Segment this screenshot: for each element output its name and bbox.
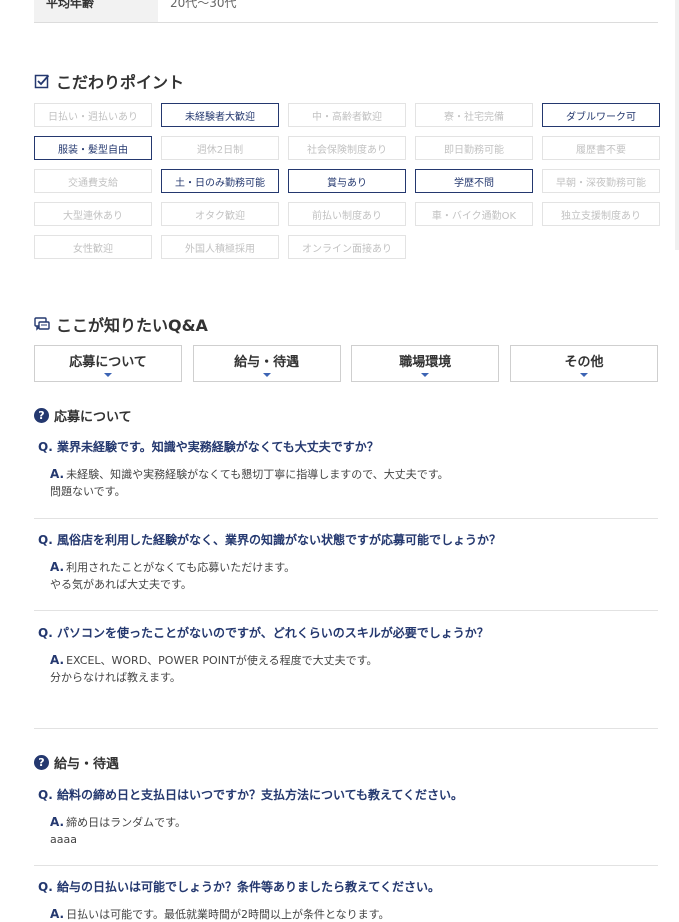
kodawari-tag: オタク歓迎 <box>161 202 279 226</box>
kodawari-tag: 中・高齢者歓迎 <box>288 103 406 127</box>
average-age-value: 20代〜30代 <box>170 0 237 10</box>
kodawari-tag: 外国人積極採用 <box>161 235 279 259</box>
question-circle-icon: ? <box>34 755 49 770</box>
kodawari-tag: 週休2日制 <box>161 136 279 160</box>
answer-block: A. 未経験、知識や実務経験がなくても懇切丁寧に指導しますので、大丈夫です。 問題… <box>34 466 658 500</box>
qa-title: ここが知りたいQ&A <box>56 316 208 335</box>
average-age-row: 平均年齢 20代〜30代 <box>34 0 658 23</box>
kodawari-tag: 未経験者大歓迎 <box>161 103 279 127</box>
kodawari-tag: 履歴書不要 <box>542 136 660 160</box>
qa-item: Q. 給与の日払いは可能でしょうか？条件等ありましたら教えてください。 A. 日払… <box>34 879 658 922</box>
checkbox-icon <box>34 73 50 89</box>
qa-item: Q. パソコンを使ったことがないのですが、どれくらいのスキルが必要でしょうか？ … <box>34 625 658 686</box>
kodawari-tag: 即日勤務可能 <box>415 136 533 160</box>
answer-line: 締め日はランダムです。 <box>66 816 186 829</box>
kodawari-tag: 交通費支給 <box>34 169 152 193</box>
tab-label: 応募について <box>69 354 147 370</box>
qa-item: Q. 風俗店を利用した経験がなく、業界の知識がない状態ですが応募可能でしょうか？… <box>34 532 658 593</box>
caret-down-icon <box>421 372 430 377</box>
answer-line: 分からなければ教えます。 <box>50 671 181 684</box>
question-text: Q. パソコンを使ったことがないのですが、どれくらいのスキルが必要でしょうか？ <box>38 626 489 640</box>
tab-label: 職場環境 <box>399 354 452 370</box>
kodawari-tag: 女性歓迎 <box>34 235 152 259</box>
caret-down-icon <box>579 372 588 377</box>
answer-label: A. <box>50 907 65 921</box>
kodawari-tag: 早朝・深夜勤務可能 <box>542 169 660 193</box>
answer-block: A. 締め日はランダムです。 aaaa <box>34 814 658 848</box>
kodawari-tag: 学歴不問 <box>415 169 533 193</box>
kodawari-tag: 賞与あり <box>288 169 406 193</box>
divider <box>34 518 658 519</box>
answer-label: A. <box>50 653 65 667</box>
scrollbar-edge[interactable] <box>675 0 679 250</box>
qa-item: Q. 給料の締め日と支払日はいつですか？支払方法についても教えてください。 A.… <box>34 787 658 848</box>
answer-line: EXCEL、WORD、POWER POINTが使える程度で大丈夫です。 <box>66 654 378 667</box>
kodawari-tag: 社会保険制度あり <box>288 136 406 160</box>
kodawari-tag: オンライン面接あり <box>288 235 406 259</box>
caret-down-icon <box>262 372 271 377</box>
qa-tab-bar: 応募について 給与・待遇 職場環境 その他 <box>34 345 658 382</box>
kodawari-tag: 土・日のみ勤務可能 <box>161 169 279 193</box>
tab-workplace[interactable]: 職場環境 <box>351 345 500 382</box>
divider <box>34 865 658 866</box>
kodawari-heading: こだわりポイント <box>34 69 184 93</box>
question-text: Q. 風俗店を利用した経験がなく、業界の知識がない状態ですが応募可能でしょうか？ <box>38 533 501 547</box>
tab-salary[interactable]: 給与・待遇 <box>192 345 341 382</box>
qa-section-title: 給与・待遇 <box>54 757 120 772</box>
question-text: Q. 業界未経験です。知識や実務経験がなくても大丈夫ですか？ <box>38 440 379 454</box>
chat-icon <box>34 316 50 332</box>
tab-other[interactable]: その他 <box>509 345 658 382</box>
kodawari-tag: 大型連休あり <box>34 202 152 226</box>
kodawari-tag-grid: 日払い・週払いあり 未経験者大歓迎 中・高齢者歓迎 寮・社宅完備 ダブルワーク可服装・髪… <box>34 103 660 259</box>
kodawari-title: こだわりポイント <box>56 73 185 92</box>
answer-line: 利用されたことがなくても応募いただけます。 <box>66 561 296 574</box>
average-age-label: 平均年齢 <box>34 0 158 22</box>
section-divider <box>34 728 658 729</box>
answer-line: 未経験、知識や実務経験がなくても懇切丁寧に指導しますので、大丈夫です。 <box>66 468 449 481</box>
qa-section-heading: ? 応募について <box>34 406 132 425</box>
qa-heading: ここが知りたいQ&A <box>34 312 208 336</box>
qa-item: Q. 業界未経験です。知識や実務経験がなくても大丈夫ですか？ A. 未経験、知識や… <box>34 439 658 500</box>
answer-block: A. 利用されたことがなくても応募いただけます。 やる気があれば大丈夫です。 <box>34 559 658 593</box>
answer-line: 日払いは可能です。最低就業時間が2時間以上が条件となります。 <box>66 908 390 921</box>
kodawari-tag: ダブルワーク可 <box>542 103 660 127</box>
qa-section-title: 応募について <box>54 410 132 425</box>
answer-label: A. <box>50 560 65 574</box>
answer-label: A. <box>50 815 65 829</box>
tab-label: 給与・待遇 <box>234 354 300 370</box>
question-text: Q. 給与の日払いは可能でしょうか？条件等ありましたら教えてください。 <box>38 880 440 894</box>
kodawari-tag: 車・バイク通勤OK <box>415 202 533 226</box>
caret-down-icon <box>104 372 112 377</box>
question-text: Q. 給料の締め日と支払日はいつですか？支払方法についても教えてください。 <box>38 788 464 802</box>
answer-line: aaaa <box>50 833 77 846</box>
answer-label: A. <box>50 467 65 481</box>
answer-line: 問題ないです。 <box>50 485 126 498</box>
tab-apply[interactable]: 応募について <box>34 345 182 382</box>
answer-block: A. 日払いは可能です。最低就業時間が2時間以上が条件となります。 <box>34 906 658 922</box>
divider <box>34 610 658 611</box>
kodawari-tag: 日払い・週払いあり <box>34 103 152 127</box>
kodawari-tag: 服装・髪型自由 <box>34 136 152 160</box>
answer-block: A. EXCEL、WORD、POWER POINTが使える程度で大丈夫です。 分か… <box>34 652 658 686</box>
question-circle-icon: ? <box>34 408 49 423</box>
kodawari-tag: 独立支援制度あり <box>542 202 660 226</box>
answer-line: やる気があれば大丈夫です。 <box>50 578 192 591</box>
qa-section-heading: ? 給与・待遇 <box>34 753 119 772</box>
kodawari-tag: 寮・社宅完備 <box>415 103 533 127</box>
kodawari-tag: 前払い制度あり <box>288 202 406 226</box>
tab-label: その他 <box>564 354 604 370</box>
